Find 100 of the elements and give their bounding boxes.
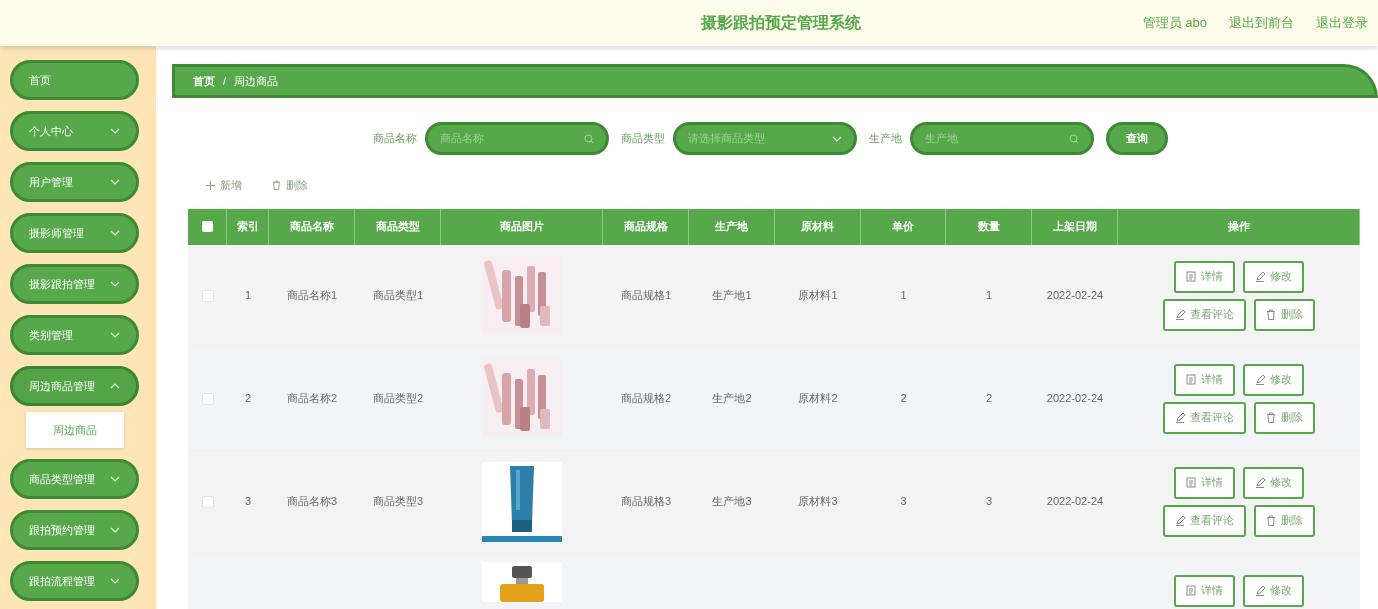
action-button[interactable]: 删除 bbox=[1254, 401, 1315, 434]
trash-icon bbox=[1266, 515, 1276, 526]
action-button[interactable]: 查看评论 bbox=[1163, 504, 1246, 537]
column-header: 生产地 bbox=[689, 208, 775, 245]
search-input[interactable]: 商品名称 bbox=[439, 130, 570, 147]
action-button[interactable]: 删除 bbox=[1254, 298, 1315, 331]
pencil-icon bbox=[1255, 374, 1265, 385]
column-header: 商品规格 bbox=[603, 208, 689, 245]
select-all-checkbox[interactable] bbox=[201, 221, 213, 232]
add-button[interactable]: 新增 bbox=[206, 177, 242, 194]
select-input[interactable]: 请选择商品类型 bbox=[687, 130, 818, 147]
row-checkbox[interactable] bbox=[201, 289, 214, 302]
search-field[interactable]: 商品名称 bbox=[424, 122, 609, 155]
document-icon bbox=[1186, 374, 1196, 385]
table-cell-text: 2022-02-24 bbox=[1046, 288, 1104, 304]
table-cell-text: 3 bbox=[244, 494, 252, 510]
table-cell-text: 商品规格2 bbox=[620, 391, 672, 407]
column-header: 数量 bbox=[946, 208, 1032, 245]
table-cell-text: 原材料2 bbox=[798, 391, 838, 407]
action-button[interactable]: 查看评论 bbox=[1163, 401, 1246, 434]
pencil-icon bbox=[1175, 309, 1185, 320]
table-cell-text: 商品规格3 bbox=[620, 494, 672, 510]
table-cell-text: 原材料3 bbox=[798, 494, 838, 510]
action-button[interactable]: 详情 bbox=[1174, 363, 1235, 396]
action-button[interactable]: 修改 bbox=[1243, 466, 1304, 499]
search-input[interactable]: 生产地 bbox=[924, 130, 1055, 147]
submenu-item[interactable]: 周边商品 bbox=[26, 412, 124, 448]
table-cell-text: 商品类型3 bbox=[372, 494, 424, 510]
sidebar-item[interactable]: 摄影跟拍管理 bbox=[10, 264, 139, 304]
field-label: 商品类型 bbox=[620, 131, 665, 147]
pencil-icon bbox=[1255, 477, 1265, 488]
column-header: 上架日期 bbox=[1032, 208, 1118, 245]
action-button[interactable]: 删除 bbox=[1254, 504, 1315, 537]
table-cell-text: 2 bbox=[985, 391, 993, 407]
table-cell-text: 1 bbox=[244, 288, 252, 304]
breadcrumb-item[interactable]: 首页 bbox=[193, 72, 215, 90]
sidebar-item[interactable]: 个人中心 bbox=[10, 111, 139, 151]
header-link[interactable]: 管理员 abo bbox=[1142, 13, 1207, 33]
search-icon bbox=[1068, 133, 1079, 144]
action-button[interactable]: 修改 bbox=[1243, 363, 1304, 396]
document-icon bbox=[1186, 585, 1196, 596]
sidebar-item[interactable]: 首页 bbox=[10, 60, 139, 100]
action-button[interactable]: 详情 bbox=[1174, 260, 1235, 293]
chevron-icon bbox=[110, 476, 120, 482]
chevron-icon bbox=[110, 527, 120, 533]
column-header: 商品类型 bbox=[355, 208, 441, 245]
table-cell-text: 2 bbox=[244, 391, 252, 407]
chevron-icon bbox=[110, 230, 120, 236]
sidebar-item[interactable]: 类别管理 bbox=[10, 315, 139, 355]
column-header: 单价 bbox=[861, 208, 946, 245]
table-cell-text: 商品规格1 bbox=[620, 288, 672, 304]
row-checkbox[interactable] bbox=[201, 392, 214, 405]
column-header: 原材料 bbox=[775, 208, 861, 245]
table-cell-text: 1 bbox=[900, 288, 907, 304]
row-checkbox[interactable] bbox=[201, 495, 214, 508]
chevron-icon bbox=[110, 128, 120, 134]
column-header: 操作 bbox=[1118, 208, 1360, 245]
table-cell-text: 商品名称3 bbox=[286, 494, 338, 510]
delete-button[interactable]: 删除 bbox=[272, 177, 308, 194]
document-icon bbox=[1186, 477, 1196, 488]
select-field[interactable]: 请选择商品类型 bbox=[672, 122, 857, 155]
chevron-icon bbox=[110, 578, 120, 584]
header-link[interactable]: 退出登录 bbox=[1316, 13, 1368, 33]
table-cell-text: 3 bbox=[985, 494, 993, 510]
table-cell-text: 1 bbox=[985, 288, 993, 304]
pencil-icon bbox=[1175, 412, 1185, 423]
sidebar-item[interactable]: 跟拍流程管理 bbox=[10, 561, 139, 601]
chevron-icon bbox=[831, 135, 842, 142]
table-cell-text: 商品名称2 bbox=[286, 391, 338, 407]
chevron-icon bbox=[110, 281, 120, 287]
action-button[interactable]: 详情 bbox=[1174, 466, 1235, 499]
table-cell-text: 生产地1 bbox=[712, 288, 752, 304]
table-cell-text: 原材料1 bbox=[798, 288, 838, 304]
action-button[interactable]: 查看评论 bbox=[1163, 298, 1246, 331]
breadcrumb-separator: / bbox=[223, 73, 227, 89]
sidebar-item[interactable]: 摄影师管理 bbox=[10, 213, 139, 253]
plus-icon bbox=[206, 180, 215, 190]
action-button[interactable]: 修改 bbox=[1243, 574, 1304, 607]
header-link[interactable]: 退出到前台 bbox=[1229, 13, 1294, 33]
table-cell-text: 生产地3 bbox=[712, 494, 752, 510]
breadcrumb-item[interactable]: 周边商品 bbox=[234, 72, 279, 90]
sidebar-item[interactable]: 商品类型管理 bbox=[10, 459, 139, 499]
query-button[interactable]: 查询 bbox=[1105, 122, 1168, 155]
search-field[interactable]: 生产地 bbox=[909, 122, 1094, 155]
trash-icon bbox=[1266, 309, 1276, 320]
table-cell-text: 2022-02-24 bbox=[1046, 494, 1104, 510]
column-header: 商品名称 bbox=[269, 208, 355, 245]
pencil-icon bbox=[1175, 515, 1185, 526]
table-cell-text: 2022-02-24 bbox=[1046, 391, 1104, 407]
table-cell-text: 商品类型2 bbox=[372, 391, 424, 407]
sidebar-item[interactable]: 周边商品管理 bbox=[10, 366, 139, 406]
column-header: 商品图片 bbox=[441, 208, 603, 245]
action-button[interactable]: 详情 bbox=[1174, 574, 1235, 607]
trash-icon bbox=[272, 180, 281, 191]
document-icon bbox=[1186, 271, 1196, 282]
pencil-icon bbox=[1255, 585, 1265, 596]
sidebar-item[interactable]: 跟拍预约管理 bbox=[10, 510, 139, 550]
field-label: 生产地 bbox=[868, 131, 902, 147]
sidebar-item[interactable]: 用户管理 bbox=[10, 162, 139, 202]
action-button[interactable]: 修改 bbox=[1243, 260, 1304, 293]
